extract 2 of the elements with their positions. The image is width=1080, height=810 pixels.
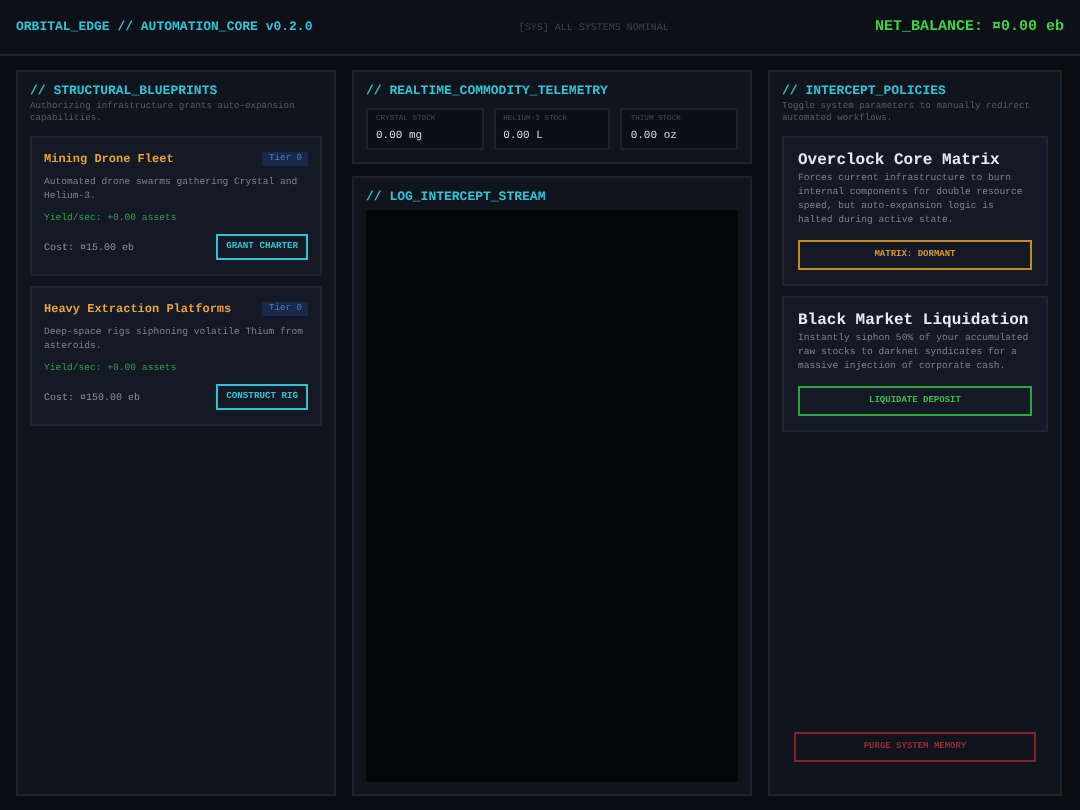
policy-name: Black Market Liquidation bbox=[798, 312, 1031, 330]
policy-name: Overclock Core Matrix bbox=[798, 152, 1002, 170]
